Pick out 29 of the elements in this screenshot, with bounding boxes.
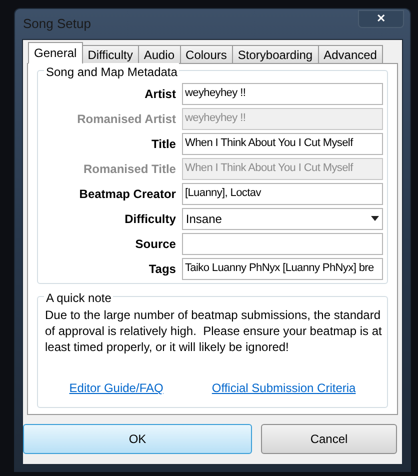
field-label: Title — [150, 136, 176, 152]
input-field[interactable]: weyheyhey !! — [182, 82, 383, 104]
tab[interactable]: General — [28, 42, 83, 64]
tab[interactable]: Colours — [180, 45, 233, 64]
field-label: Romanised Artist — [76, 110, 176, 128]
tab[interactable]: Difficulty — [82, 45, 139, 64]
caret-icon — [371, 216, 379, 221]
field-label: Artist — [144, 86, 176, 102]
help-link[interactable]: Editor Guide/FAQ — [69, 379, 164, 397]
input-field[interactable] — [182, 232, 383, 254]
window-title: Song Setup — [22, 15, 91, 34]
input-field[interactable]: [Luanny], Loctav — [182, 182, 383, 204]
field-label: Difficulty — [124, 210, 176, 228]
field-label: Tags — [148, 260, 176, 278]
dialog-button[interactable]: Cancel — [261, 424, 397, 454]
help-link[interactable]: Official Submission Criteria — [212, 379, 356, 397]
close-button[interactable]: ✕ — [358, 10, 404, 28]
group-title: Song and Map Metadata — [44, 63, 180, 81]
input-field[interactable]: When I Think About You I Cut Myself — [182, 132, 383, 154]
note-text: Due to the large number of beatmap submissions, the standard of approval is relatively high. Please ensure your beatmap is at least timed properly, or it will likely be ignored! — [45, 307, 383, 355]
field-label: Source — [134, 236, 176, 252]
field-label: Romanised Title — [82, 160, 176, 178]
field-label: Beatmap Creator — [78, 186, 176, 202]
tab[interactable]: Audio — [138, 45, 181, 64]
difficulty-dropdown[interactable]: Insane — [182, 208, 383, 230]
tab[interactable]: Storyboarding — [232, 45, 319, 64]
input-field[interactable]: Taiko Luanny PhNyx [Luanny PhNyx] bre — [182, 258, 383, 280]
dialog-button[interactable]: OK — [23, 424, 252, 454]
tab[interactable]: Advanced — [318, 45, 383, 64]
